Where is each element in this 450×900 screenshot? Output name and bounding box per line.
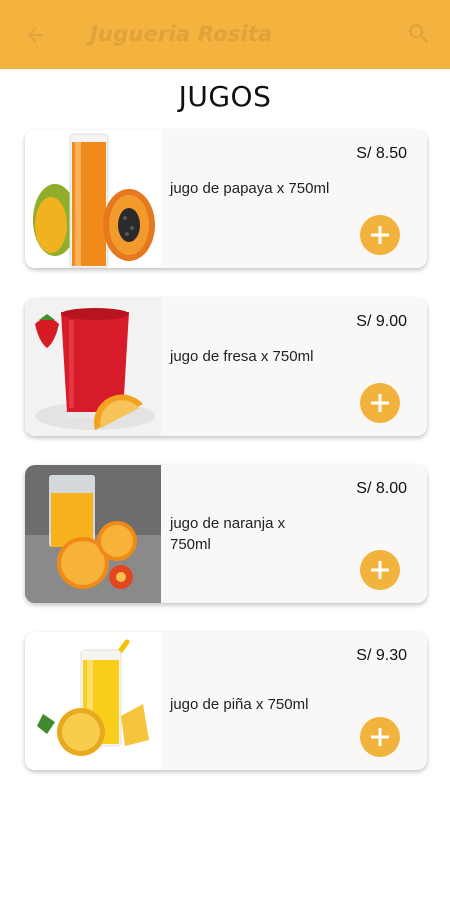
product-name: jugo de piña x 750ml (170, 696, 309, 713)
product-card[interactable]: S/ 9.00 jugo de fresa x 750ml (25, 298, 427, 436)
orange-juice-image (25, 465, 161, 603)
pineapple-juice-image (25, 632, 161, 770)
plus-icon (371, 728, 389, 746)
add-to-cart-button[interactable] (360, 550, 400, 590)
product-card[interactable]: S/ 9.30 jugo de piña x 750ml (25, 632, 427, 770)
add-to-cart-button[interactable] (360, 717, 400, 757)
product-card[interactable]: S/ 8.00 jugo de naranja x 750ml (25, 465, 427, 603)
plus-icon (371, 226, 389, 244)
back-button[interactable] (22, 22, 48, 48)
product-price: S/ 8.00 (356, 480, 407, 497)
product-name: jugo de naranja x 750ml (170, 515, 286, 553)
arrow-left-icon (27, 27, 43, 43)
section-title: JUGOS (178, 80, 272, 113)
product-price: S/ 9.00 (356, 313, 407, 330)
product-card[interactable]: S/ 8.50 jugo de papaya x 750ml (25, 130, 427, 268)
app-title: Jugueria Rosita (90, 22, 273, 46)
product-price: S/ 8.50 (356, 145, 407, 162)
product-price: S/ 9.30 (356, 647, 407, 664)
product-name: jugo de papaya x 750ml (170, 180, 330, 197)
plus-icon (371, 561, 389, 579)
product-name: jugo de fresa x 750ml (170, 348, 314, 365)
search-icon (409, 24, 429, 44)
papaya-juice-image (25, 130, 161, 268)
app-bar: Jugueria Rosita (0, 0, 450, 69)
add-to-cart-button[interactable] (360, 215, 400, 255)
search-button[interactable] (406, 21, 432, 47)
plus-icon (371, 394, 389, 412)
add-to-cart-button[interactable] (360, 383, 400, 423)
strawberry-juice-image (25, 298, 161, 436)
